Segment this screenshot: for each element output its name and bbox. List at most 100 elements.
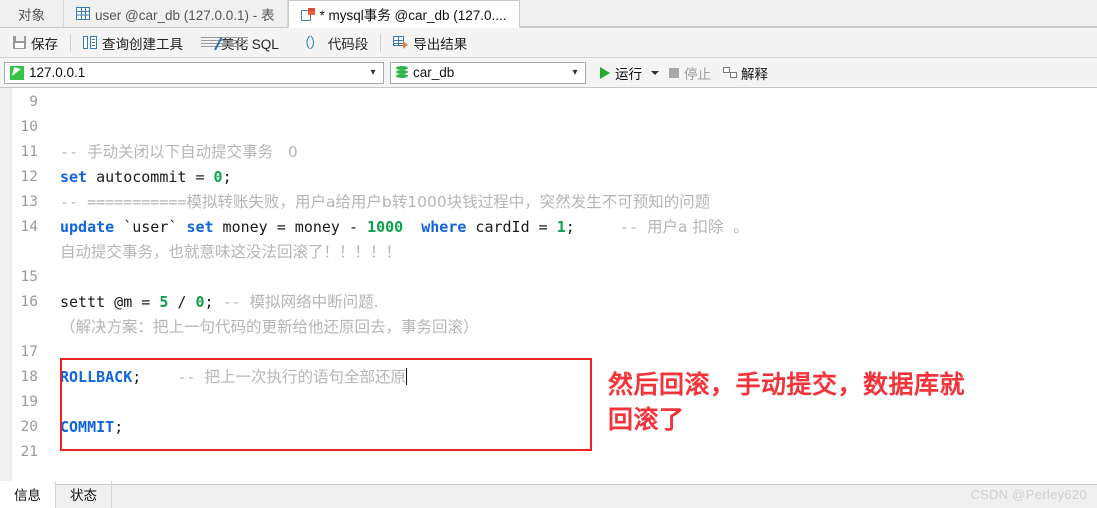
code-line-text[interactable]: update `user` set money = money - 1000 w… bbox=[47, 215, 1097, 265]
run-label: 运行 bbox=[615, 66, 642, 82]
code-line[interactable]: 11 -- 手动关闭以下自动提交事务 0 bbox=[0, 140, 1097, 165]
code-line[interactable]: 14 update `user` set money = money - 1000… bbox=[0, 215, 1097, 265]
code-token: -- bbox=[222, 293, 250, 311]
save-icon bbox=[13, 36, 26, 49]
code-token: settt @m = bbox=[60, 293, 160, 311]
stop-button: 停止 bbox=[663, 63, 717, 83]
code-token: 手动关闭以下自动提交事务 0 bbox=[87, 143, 298, 161]
code-line[interactable]: 21 bbox=[0, 440, 1097, 465]
code-line-text[interactable]: settt @m = 5 / 0; -- 模拟网络中断问题. （解决方案：把上一句… bbox=[47, 290, 1097, 340]
tab-strip-filler bbox=[519, 0, 1097, 27]
code-token: 0 bbox=[195, 293, 205, 311]
explain-label: 解释 bbox=[741, 66, 768, 82]
tab-user-table[interactable]: user @car_db (127.0.0.1) - 表 bbox=[64, 0, 288, 27]
bottom-tab-status[interactable]: 状态 bbox=[56, 481, 112, 508]
code-token: 用户a 扣除 。 bbox=[647, 218, 749, 236]
code-token: 模拟转账失败，用户a给用户b转1000块钱过程中，突然发生不可预知的问题 bbox=[186, 193, 711, 211]
database-icon bbox=[396, 65, 408, 80]
code-line[interactable]: 13 -- ===========模拟转账失败，用户a给用户b转1000块钱过程中… bbox=[0, 190, 1097, 215]
line-number: 13 bbox=[20, 194, 38, 210]
code-token: 模拟网络中断问题. bbox=[249, 293, 379, 311]
code-snippet-button[interactable]: （） 代码段 bbox=[288, 31, 378, 55]
explain-plan-icon bbox=[723, 66, 737, 79]
host-select-value: 127.0.0.1 bbox=[29, 65, 86, 80]
line-number: 19 bbox=[20, 394, 38, 410]
export-icon bbox=[393, 36, 409, 49]
query-builder-icon bbox=[83, 36, 97, 49]
run-button[interactable]: 运行 bbox=[592, 63, 663, 83]
tab-object-label: 对象 bbox=[18, 7, 45, 23]
code-token: set bbox=[60, 168, 88, 186]
line-number: 20 bbox=[20, 419, 38, 435]
code-line-text[interactable]: -- 手动关闭以下自动提交事务 0 bbox=[47, 140, 1097, 165]
export-result-button[interactable]: 导出结果 bbox=[384, 31, 476, 55]
stop-label: 停止 bbox=[684, 66, 711, 82]
code-line[interactable]: 10 bbox=[0, 115, 1097, 140]
watermark: CSDN @Perley620 bbox=[970, 487, 1087, 502]
code-token: set bbox=[186, 218, 214, 236]
code-line-text[interactable]: -- ===========模拟转账失败，用户a给用户b转1000块钱过程中，突… bbox=[47, 190, 1097, 215]
code-token: 0 bbox=[213, 168, 223, 186]
code-token: cardId = bbox=[466, 218, 557, 236]
stop-square-icon bbox=[669, 67, 679, 78]
sql-file-icon bbox=[300, 7, 315, 21]
tab-mysql-transaction[interactable]: * mysql事务 @car_db (127.0.... bbox=[287, 0, 520, 28]
code-token: ; bbox=[132, 368, 178, 386]
code-token: -- bbox=[619, 218, 648, 236]
query-builder-button[interactable]: 查询创建工具 bbox=[74, 31, 192, 55]
code-token: ; bbox=[114, 418, 124, 436]
code-token: ; bbox=[565, 218, 620, 236]
beautify-sql-button[interactable]: 美化 SQL bbox=[192, 31, 288, 55]
code-line[interactable]: 15 bbox=[0, 265, 1097, 290]
toolbar-divider-2 bbox=[380, 33, 382, 52]
host-select[interactable]: 127.0.0.1 ▾ bbox=[4, 61, 384, 84]
code-token: update bbox=[60, 218, 115, 236]
red-annotation-text: 然后回滚，手动提交，数据库就 回滚了 bbox=[608, 370, 966, 434]
line-number: 16 bbox=[20, 294, 38, 310]
tab-mysql-transaction-label: * mysql事务 @car_db (127.0.... bbox=[319, 8, 507, 23]
code-token: -- =========== bbox=[60, 193, 187, 211]
chevron-down-icon[interactable]: ▾ bbox=[363, 63, 383, 83]
save-button[interactable]: 保存 bbox=[4, 31, 67, 55]
run-dropdown-caret-icon[interactable] bbox=[651, 70, 659, 75]
line-number: 11 bbox=[20, 144, 38, 160]
code-line[interactable]: 16 settt @m = 5 / 0; -- 模拟网络中断问题. （解决方案：把上… bbox=[0, 290, 1097, 340]
code-snippet-label: 代码段 bbox=[327, 36, 369, 52]
database-select[interactable]: car_db ▾ bbox=[390, 61, 586, 84]
code-line[interactable]: 12 set autocommit = 0; bbox=[0, 165, 1097, 190]
connection-icon bbox=[10, 65, 24, 80]
query-builder-label: 查询创建工具 bbox=[102, 36, 183, 52]
line-number: 12 bbox=[20, 169, 38, 185]
code-line-wrap-text: 自动提交事务，也就意味这没法回滚了！！！！！ bbox=[60, 243, 402, 261]
code-token: ROLLBACK bbox=[60, 368, 133, 386]
play-icon bbox=[600, 66, 610, 79]
code-token: / bbox=[168, 293, 196, 311]
line-number: 9 bbox=[29, 94, 38, 110]
save-label: 保存 bbox=[31, 36, 58, 52]
code-token: COMMIT bbox=[60, 418, 115, 436]
tab-user-table-label: user @car_db (127.0.0.1) - 表 bbox=[95, 7, 275, 23]
chevron-down-icon[interactable]: ▾ bbox=[565, 63, 585, 83]
line-number: 15 bbox=[20, 269, 38, 285]
database-select-value: car_db bbox=[413, 65, 455, 80]
code-line[interactable]: 9 bbox=[0, 90, 1097, 115]
code-token: 1000 bbox=[367, 218, 404, 236]
sql-editor[interactable]: 9 10 11 -- 手动关闭以下自动提交事务 0 12 set autocommit =… bbox=[0, 88, 1097, 484]
code-token: -- bbox=[60, 143, 88, 161]
code-line-text[interactable]: set autocommit = 0; bbox=[47, 165, 1097, 190]
line-number: 18 bbox=[20, 369, 38, 385]
export-result-label: 导出结果 bbox=[413, 36, 468, 52]
tab-object[interactable]: 对象 bbox=[0, 0, 64, 27]
line-number: 17 bbox=[20, 344, 38, 360]
code-line-wrap-text: （解决方案：把上一句代码的更新给他还原回去，事务回滚） bbox=[60, 318, 479, 336]
explain-button[interactable]: 解释 bbox=[717, 63, 774, 83]
editor-toolbar: 保存 查询创建工具 美化 SQL （） 代码段 导出结果 bbox=[0, 28, 1097, 58]
tab-strip: 对象 user @car_db (127.0.0.1) - 表 * mysql事… bbox=[0, 0, 1097, 28]
connection-bar: 127.0.0.1 ▾ car_db ▾ 运行 停止 解释 bbox=[0, 58, 1097, 88]
beautify-pen-icon bbox=[201, 36, 248, 51]
code-line[interactable]: 17 bbox=[0, 340, 1097, 365]
line-number: 14 bbox=[20, 219, 38, 235]
code-token: -- bbox=[177, 368, 205, 386]
bottom-tab-info[interactable]: 信息 bbox=[0, 481, 56, 508]
